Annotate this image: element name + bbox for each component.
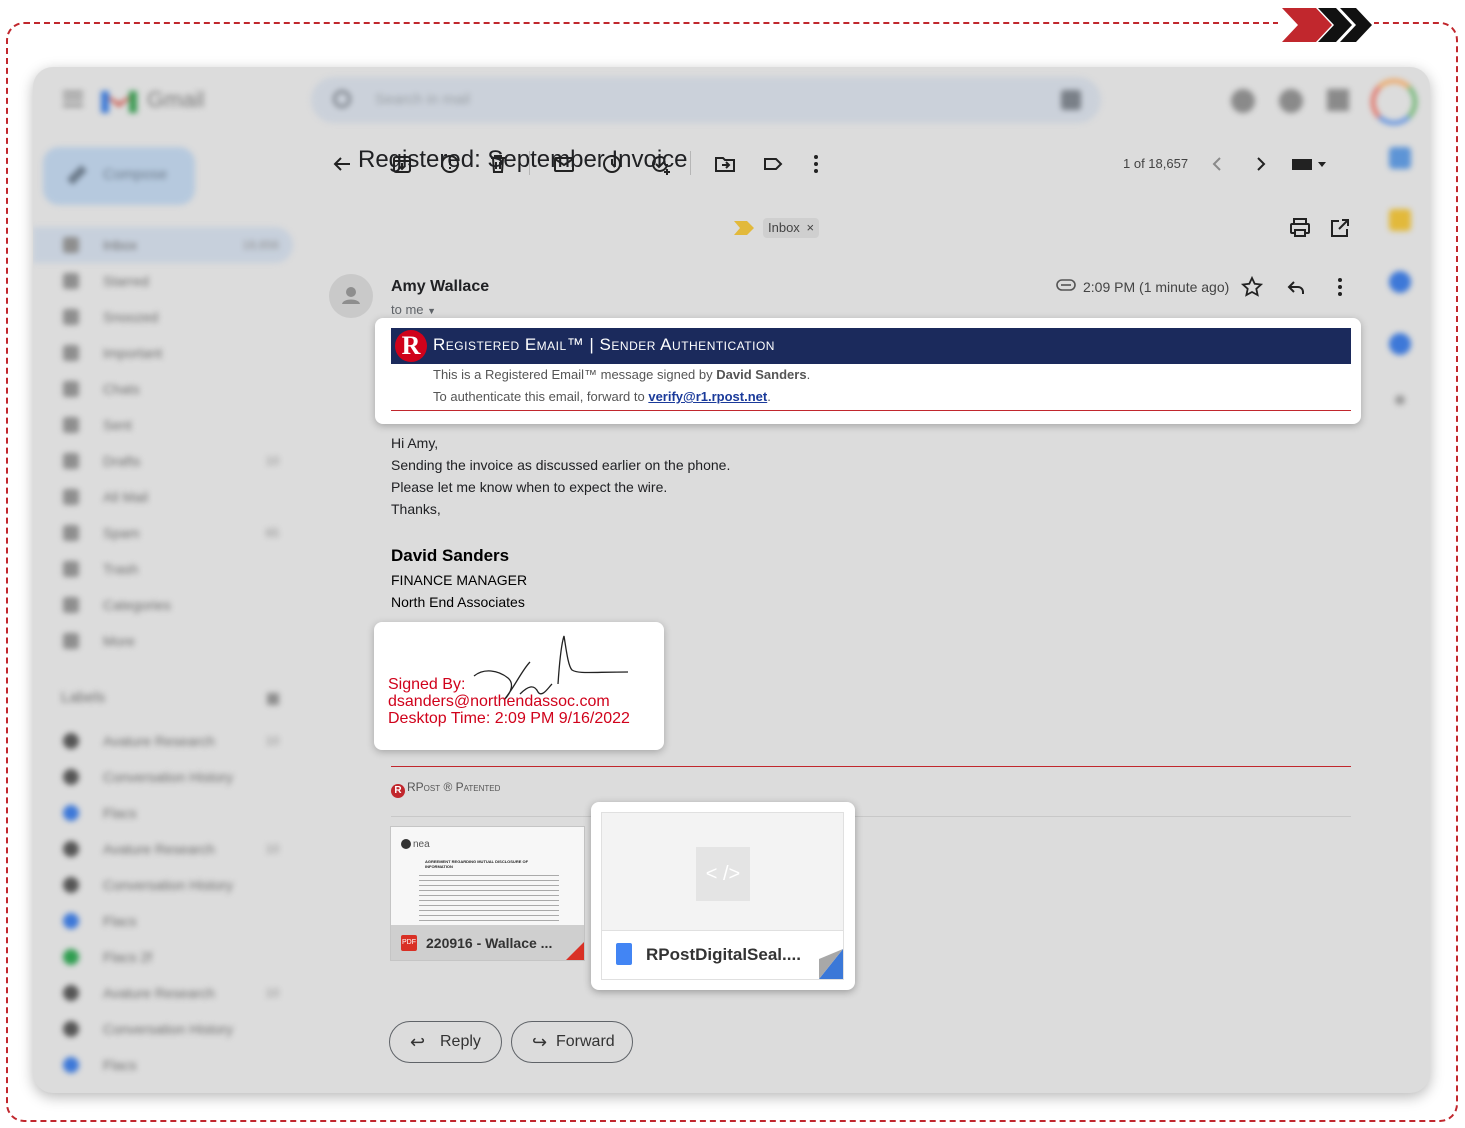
sender-avatar[interactable] [329,274,373,318]
label-icon[interactable] [761,152,785,176]
signature-name: David Sanders [391,546,510,565]
pdf-preview: nea AGREEMENT REGARDING MUTUAL DISCLOSUR… [391,827,584,925]
message-view: 1 of 18,657 Registered: September Invoic… [33,67,1430,1093]
banner-signed-line: This is a Registered Email™ message sign… [433,367,811,382]
open-new-window-icon[interactable] [1328,216,1352,240]
registered-email-banner: R Registered Email™ | Sender Authenticat… [375,318,1361,424]
banner-title: Registered Email™ | Sender Authenticatio… [433,335,775,354]
pdf-corner-icon [566,942,584,960]
input-tools-icon[interactable] [1290,152,1330,176]
code-preview: < /> [602,813,843,931]
attachment-pdf[interactable]: nea AGREEMENT REGARDING MUTUAL DISCLOSUR… [390,826,585,961]
body-line: Sending the invoice as discussed earlier… [391,457,731,473]
banner-authenticate-line: To authenticate this email, forward to v… [433,389,771,404]
body-line: Please let me know when to expect the wi… [391,479,668,495]
reply-icon: ↩ [410,1032,426,1052]
attachment-name: RPostDigitalSeal.... [646,945,801,964]
attachment-digital-seal-card[interactable]: < /> RPostDigitalSeal.... [591,802,855,990]
pager-text: 1 of 18,657 [1123,156,1189,171]
message-body: Hi Amy, Sending the invoice as discussed… [391,432,730,520]
verify-email-link[interactable]: verify@r1.rpost.net [648,389,767,404]
sender-name[interactable]: Amy Wallace [391,278,489,296]
signature-title: FINANCE MANAGER [391,572,528,588]
attachment-footer: PDF 220916 - Wallace ... [391,925,584,960]
banner-header: R Registered Email™ | Sender Authenticat… [391,328,1351,364]
chevrons-icon [1278,6,1374,44]
signature-org: North End Associates [391,594,525,610]
nea-logo-icon [401,839,411,849]
document-icon [616,943,632,965]
importance-marker-icon[interactable] [734,221,754,235]
move-to-icon[interactable] [713,152,737,176]
print-icon[interactable] [1288,216,1312,240]
message-time: 2:09 PM (1 minute ago) [1083,279,1230,295]
banner-divider [391,410,1351,411]
attachment-name: 220916 - Wallace ... [426,935,553,951]
more-vert-icon[interactable] [1328,275,1352,299]
forward-icon: ↪ [532,1032,548,1052]
rpost-patented: R RPost ® Patented [391,780,500,798]
seal-text: Signed By: dsanders@northendassoc.com De… [388,676,630,727]
gmail-window: Gmail Search in mail Compose Inbox 18,656… [33,67,1430,1093]
digital-signature-seal: Signed By: dsanders@northendassoc.com De… [374,622,664,750]
person-icon [342,287,360,304]
rpost-logo-icon: R [395,330,427,362]
body-line: Thanks, [391,501,441,517]
toolbar-divider [690,151,691,175]
chevron-down-icon: ▼ [427,306,437,316]
more-vert-icon[interactable] [804,152,828,176]
newer-icon[interactable] [1206,152,1230,176]
back-icon[interactable] [330,152,354,176]
code-icon: < /> [696,847,750,901]
document-text-lines [419,871,559,921]
file-corner-icon [819,949,843,979]
older-icon[interactable] [1248,152,1272,176]
star-icon[interactable] [1240,275,1264,299]
rpost-logo-icon: R [391,784,405,798]
remove-label-icon[interactable]: × [806,220,814,235]
reply-button[interactable]: ↩ Reply [389,1021,502,1063]
body-line: Hi Amy, [391,435,439,451]
attachments-divider [391,816,1351,817]
inbox-label-chip: Inbox × [763,218,820,238]
forward-button[interactable]: ↪ Forward [511,1021,633,1063]
pdf-icon: PDF [401,935,417,951]
message-subject: Registered: September Invoice [358,146,688,173]
reply-icon[interactable] [1284,275,1308,299]
recipient-toggle[interactable]: to me ▼ [391,302,436,317]
footer-divider [391,766,1351,767]
attachment-icon [1056,279,1076,291]
attachment-digital-seal: < /> RPostDigitalSeal.... [601,812,844,980]
